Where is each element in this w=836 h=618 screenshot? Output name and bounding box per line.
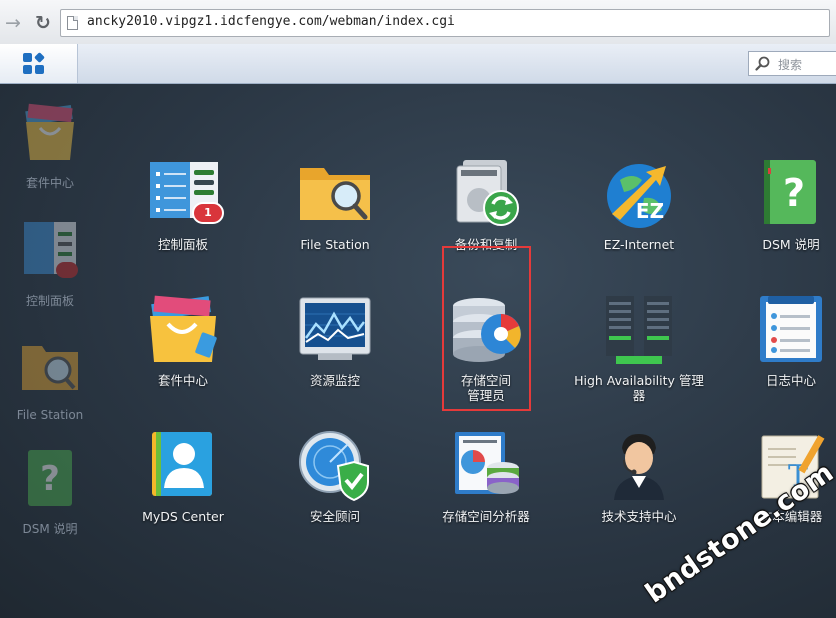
app-log-center[interactable]: 日志中心: [716, 294, 836, 388]
url-text[interactable]: ancky2010.vipgz1.idcfengye.com/webman/in…: [87, 14, 455, 29]
app-label: 备份和复制: [454, 237, 518, 252]
folder-search-icon: [300, 168, 370, 220]
app-label: DSM 说明: [762, 237, 820, 252]
myds-center-icon: [152, 432, 212, 496]
desktop-shortcut-label: DSM 说明: [22, 522, 78, 536]
svg-text:EZ: EZ: [636, 199, 664, 223]
app-label: 安全顾问: [309, 509, 360, 524]
app-label: EZ-Internet: [603, 237, 675, 252]
app-label: 控制面板: [157, 237, 208, 252]
app-package-center[interactable]: 套件中心: [108, 294, 258, 388]
desktop-shortcut-package-center[interactable]: 套件中心: [5, 102, 95, 191]
help-book-icon: ?: [764, 160, 816, 224]
package-center-icon: [25, 103, 74, 160]
app-label: 存储空间 管理员: [460, 373, 511, 403]
app-support-center[interactable]: 技术支持中心: [564, 430, 714, 524]
app-label: File Station: [300, 237, 370, 252]
app-myds-center[interactable]: MyDS Center: [108, 430, 258, 524]
notification-badge: 1: [192, 202, 224, 224]
grid-icon: [23, 52, 45, 75]
log-center-icon: [760, 296, 822, 362]
app-label: 日志中心: [765, 373, 816, 388]
desktop-shortcut-control-panel[interactable]: 控制面板: [5, 220, 95, 309]
support-center-icon: [614, 434, 664, 500]
app-label: 套件中心: [157, 373, 208, 388]
desktop-shortcut-dsm-help[interactable]: ? DSM 说明: [5, 448, 95, 537]
svg-text:?: ?: [783, 171, 805, 215]
app-label: 存储空间分析器: [442, 509, 530, 524]
help-book-icon: ?: [28, 450, 72, 506]
back-arrow-icon[interactable]: →: [2, 12, 24, 34]
app-storage-manager[interactable]: 存储空间 管理员: [411, 294, 561, 403]
app-label: High Availability 管理 器: [574, 373, 704, 403]
control-panel-icon: [24, 222, 78, 278]
package-center-icon: [150, 295, 217, 362]
desktop-shortcut-label: 套件中心: [25, 176, 74, 190]
dsm-taskbar: 搜索: [0, 44, 836, 84]
resource-monitor-icon: [299, 297, 371, 360]
storage-analyzer-icon: [455, 432, 519, 494]
app-resource-monitor[interactable]: 资源监控: [260, 294, 410, 388]
app-security-advisor[interactable]: 安全顾问: [260, 430, 410, 524]
main-menu-button[interactable]: [0, 44, 78, 83]
ez-internet-globe-icon: EZ: [607, 164, 671, 228]
app-control-panel[interactable]: 1 控制面板: [108, 158, 258, 252]
page-icon: [67, 16, 78, 30]
security-advisor-icon: [299, 431, 369, 502]
search-input[interactable]: 搜索: [748, 51, 836, 76]
backup-sync-icon: [456, 160, 519, 226]
search-icon: [755, 56, 770, 71]
app-dsm-help[interactable]: ? DSM 说明: [716, 158, 836, 252]
browser-toolbar: → ↻ ancky2010.vipgz1.idcfengye.com/webma…: [0, 0, 836, 45]
high-availability-icon: [606, 296, 672, 364]
storage-manager-icon: [453, 298, 521, 362]
desktop: 套件中心 控制面板 File Station ? DSM 说明 1 控制面板 F…: [0, 84, 836, 618]
app-label: 资源监控: [309, 373, 360, 388]
app-file-station[interactable]: File Station: [260, 158, 410, 252]
desktop-shortcut-label: 控制面板: [25, 294, 74, 308]
svg-text:?: ?: [40, 459, 60, 499]
app-backup-replication[interactable]: 备份和复制: [411, 158, 561, 252]
search-placeholder: 搜索: [778, 58, 803, 72]
desktop-shortcut-file-station[interactable]: File Station: [5, 336, 95, 422]
address-bar[interactable]: ancky2010.vipgz1.idcfengye.com/webman/in…: [60, 9, 830, 37]
folder-search-icon: [22, 346, 78, 390]
app-label: 技术支持中心: [601, 509, 677, 524]
reload-icon[interactable]: ↻: [32, 12, 54, 34]
app-storage-analyzer[interactable]: 存储空间分析器: [411, 430, 561, 524]
app-label: MyDS Center: [142, 509, 224, 524]
app-high-availability[interactable]: High Availability 管理 器: [564, 294, 714, 403]
desktop-shortcut-label: File Station: [16, 408, 84, 422]
app-ez-internet[interactable]: EZ EZ-Internet: [564, 158, 714, 252]
